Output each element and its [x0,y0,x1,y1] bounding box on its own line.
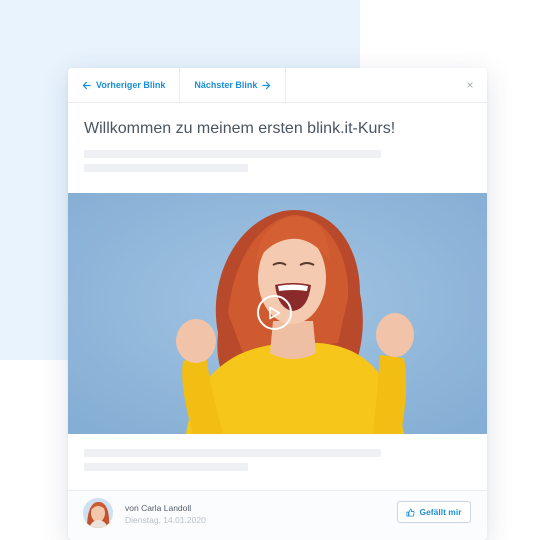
modal-navigation: Vorheriger Blink Nächster Blink × [68,68,487,103]
text-placeholder-line [84,150,381,158]
thumbs-up-icon [406,508,416,517]
like-button[interactable]: Gefällt mir [397,501,471,523]
close-icon: × [466,78,474,92]
like-label: Gefällt mir [419,507,462,517]
blink-modal: Vorheriger Blink Nächster Blink × Willko… [68,68,487,540]
video-player[interactable] [68,193,487,434]
close-button[interactable]: × [453,68,487,102]
previous-blink-label: Vorheriger Blink [96,80,166,90]
lesson-title: Willkommen zu meinem ersten blink.it-Kur… [84,120,396,137]
play-icon [269,306,281,319]
arrow-left-icon [82,81,91,89]
text-placeholder-line [84,164,248,172]
play-button[interactable] [257,295,292,330]
next-blink-label: Nächster Blink [194,80,258,90]
previous-blink-button[interactable]: Vorheriger Blink [68,68,181,102]
next-blink-button[interactable]: Nächster Blink [180,68,287,102]
author-avatar [83,498,113,528]
text-placeholder-line [84,463,248,471]
modal-footer: von Carla Landoll Dienstag, 14.01.2020 G… [68,490,487,540]
text-placeholder-line [84,449,381,457]
publish-date: Dienstag, 14.01.2020 [125,515,206,525]
author-name: von Carla Landoll [125,503,192,513]
arrow-right-icon [262,81,271,89]
